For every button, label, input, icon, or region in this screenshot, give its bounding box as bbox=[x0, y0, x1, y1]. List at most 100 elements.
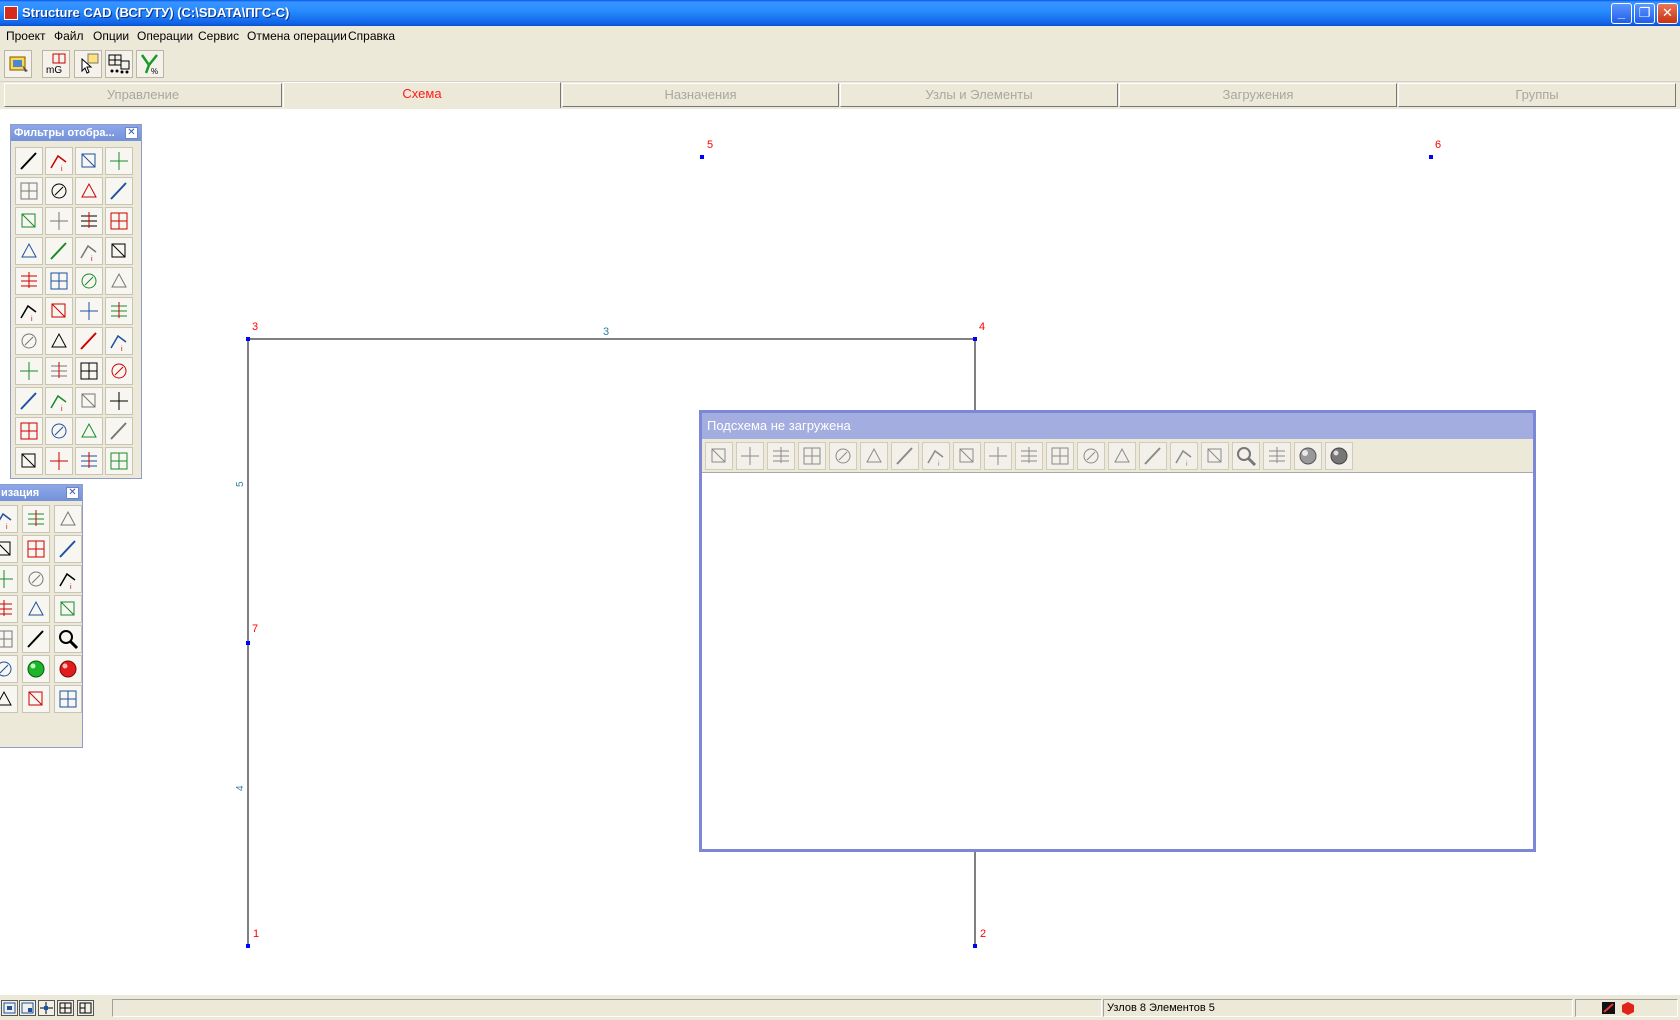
visualization-tool-icon[interactable] bbox=[22, 625, 50, 653]
tab-assignments[interactable]: Назначения bbox=[562, 83, 839, 107]
subscheme-tool-icon[interactable] bbox=[1077, 442, 1105, 470]
visualization-tool-icon[interactable] bbox=[0, 625, 18, 653]
filter-tool-icon[interactable]: i bbox=[45, 387, 73, 415]
node-marker[interactable] bbox=[973, 944, 977, 948]
visualization-tool-icon[interactable] bbox=[22, 535, 50, 563]
subscheme-tool-icon[interactable] bbox=[1015, 442, 1043, 470]
filter-tool-icon[interactable] bbox=[45, 327, 73, 355]
filter-tool-icon[interactable] bbox=[15, 417, 43, 445]
filter-tool-icon[interactable]: i bbox=[15, 297, 43, 325]
subscheme-tool-icon[interactable] bbox=[1201, 442, 1229, 470]
visualization-tool-icon[interactable] bbox=[0, 565, 18, 593]
open-project-icon[interactable] bbox=[4, 50, 32, 78]
filter-tool-icon[interactable] bbox=[45, 357, 73, 385]
subscheme-tool-icon[interactable]: i bbox=[922, 442, 950, 470]
mg-icon[interactable]: mG bbox=[42, 50, 70, 78]
filter-tool-icon[interactable] bbox=[15, 267, 43, 295]
node-marker[interactable] bbox=[700, 155, 704, 159]
visualization-tool-icon[interactable] bbox=[54, 625, 82, 653]
filter-tool-icon[interactable] bbox=[105, 177, 133, 205]
subscheme-tool-icon[interactable] bbox=[829, 442, 857, 470]
tab-loadings[interactable]: Загружения bbox=[1119, 83, 1397, 107]
subscheme-tool-icon[interactable] bbox=[1046, 442, 1074, 470]
minimize-button[interactable]: _ bbox=[1611, 3, 1632, 24]
filter-tool-icon[interactable]: i bbox=[45, 147, 73, 175]
filter-tool-icon[interactable] bbox=[105, 147, 133, 175]
filter-tool-icon[interactable] bbox=[105, 267, 133, 295]
subscheme-tool-icon[interactable] bbox=[891, 442, 919, 470]
snap-grid-icon[interactable] bbox=[57, 1000, 74, 1016]
node-marker[interactable] bbox=[246, 944, 250, 948]
visualization-tool-icon[interactable] bbox=[54, 595, 82, 623]
filter-tool-icon[interactable] bbox=[45, 207, 73, 235]
filter-tool-icon[interactable] bbox=[75, 357, 103, 385]
visualization-tool-icon[interactable] bbox=[54, 655, 82, 683]
subscheme-tool-icon[interactable] bbox=[767, 442, 795, 470]
tab-nodes-elements[interactable]: Узлы и Элементы bbox=[840, 83, 1118, 107]
filter-tool-icon[interactable] bbox=[15, 207, 43, 235]
filter-tool-icon[interactable] bbox=[75, 447, 103, 475]
visualization-tool-icon[interactable] bbox=[0, 535, 18, 563]
filter-tool-icon[interactable] bbox=[15, 177, 43, 205]
visualization-tool-icon[interactable] bbox=[22, 595, 50, 623]
filter-tool-icon[interactable] bbox=[105, 207, 133, 235]
subscheme-tool-icon[interactable] bbox=[860, 442, 888, 470]
filter-tool-icon[interactable] bbox=[15, 447, 43, 475]
filter-tool-icon[interactable] bbox=[105, 357, 133, 385]
menu-help[interactable]: Справка bbox=[348, 29, 395, 43]
visualization-tool-icon[interactable] bbox=[0, 685, 18, 713]
filter-tool-icon[interactable] bbox=[75, 177, 103, 205]
view-corner-icon[interactable] bbox=[19, 1000, 36, 1016]
visualization-tool-icon[interactable] bbox=[54, 535, 82, 563]
subscheme-tool-icon[interactable] bbox=[705, 442, 733, 470]
subscheme-tool-icon[interactable] bbox=[1232, 442, 1260, 470]
node-marker[interactable] bbox=[246, 641, 250, 645]
tab-control[interactable]: Управление bbox=[4, 83, 282, 107]
subscheme-window-title[interactable]: Подсхема не загружена bbox=[702, 413, 1533, 439]
menu-file[interactable]: Файл bbox=[54, 29, 84, 43]
visualization-tool-icon[interactable] bbox=[54, 505, 82, 533]
visualization-tool-icon[interactable] bbox=[22, 505, 50, 533]
maximize-button[interactable]: ❐ bbox=[1634, 3, 1655, 24]
menu-service[interactable]: Сервис bbox=[198, 29, 239, 43]
palette-title[interactable]: Фильтры отобра... bbox=[11, 125, 141, 141]
filter-tool-icon[interactable] bbox=[75, 417, 103, 445]
subscheme-tool-icon[interactable] bbox=[1325, 442, 1353, 470]
visualization-tool-icon[interactable] bbox=[0, 595, 18, 623]
node-marker[interactable] bbox=[1429, 155, 1433, 159]
palette-close-button[interactable]: ✕ bbox=[125, 127, 138, 139]
snap-node-icon[interactable] bbox=[38, 1000, 55, 1016]
grid-icon[interactable] bbox=[105, 50, 133, 78]
filter-tool-icon[interactable] bbox=[15, 237, 43, 265]
view-frame-icon[interactable] bbox=[1, 1000, 18, 1016]
filter-tool-icon[interactable] bbox=[105, 237, 133, 265]
close-button[interactable]: ✕ bbox=[1657, 3, 1678, 24]
subscheme-tool-icon[interactable] bbox=[1139, 442, 1167, 470]
filter-tool-icon[interactable] bbox=[45, 267, 73, 295]
subscheme-tool-icon[interactable] bbox=[953, 442, 981, 470]
visualization-tool-icon[interactable] bbox=[22, 565, 50, 593]
menu-undo-operation[interactable]: Отмена операции bbox=[247, 29, 347, 43]
filter-tool-icon[interactable] bbox=[75, 327, 103, 355]
subscheme-tool-icon[interactable] bbox=[984, 442, 1012, 470]
filter-tool-icon[interactable] bbox=[75, 297, 103, 325]
filter-tool-icon[interactable] bbox=[15, 387, 43, 415]
filter-tool-icon[interactable] bbox=[15, 147, 43, 175]
filter-tool-icon[interactable] bbox=[45, 237, 73, 265]
filter-tool-icon[interactable] bbox=[75, 387, 103, 415]
snap-element-icon[interactable] bbox=[77, 1000, 94, 1016]
filter-tool-icon[interactable] bbox=[45, 297, 73, 325]
filter-tool-icon[interactable] bbox=[105, 387, 133, 415]
visualization-tool-icon[interactable] bbox=[54, 685, 82, 713]
visualization-tool-icon[interactable] bbox=[22, 685, 50, 713]
node-marker[interactable] bbox=[973, 337, 977, 341]
visualization-tool-icon[interactable]: i bbox=[0, 505, 18, 533]
filter-tool-icon[interactable] bbox=[105, 297, 133, 325]
subscheme-tool-icon[interactable]: i bbox=[1170, 442, 1198, 470]
visualization-tool-icon[interactable]: i bbox=[54, 565, 82, 593]
filter-tool-icon[interactable] bbox=[15, 357, 43, 385]
visualization-tool-icon[interactable] bbox=[0, 655, 18, 683]
node-marker[interactable] bbox=[246, 337, 250, 341]
tab-scheme[interactable]: Схема bbox=[283, 82, 561, 108]
filter-tool-icon[interactable] bbox=[105, 417, 133, 445]
